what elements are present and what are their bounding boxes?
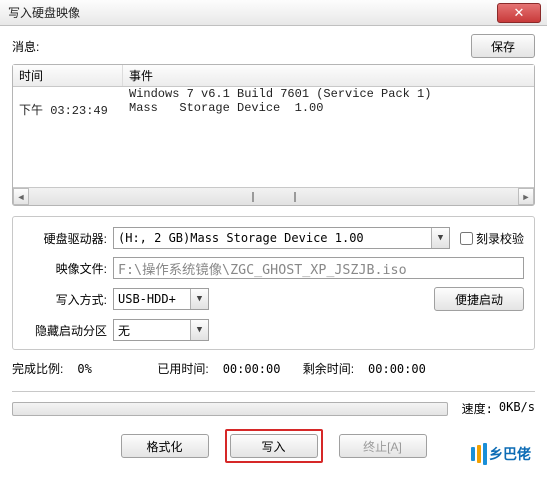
image-file-input[interactable]: [113, 257, 524, 279]
elapsed-value: 00:00:00: [223, 362, 289, 376]
chevron-down-icon: ▼: [190, 320, 208, 340]
options-group: 硬盘驱动器: (H:, 2 GB)Mass Storage Device 1.0…: [12, 216, 535, 350]
verify-checkbox[interactable]: [460, 232, 473, 245]
percent-value: 0%: [77, 362, 143, 376]
close-button[interactable]: ✕: [497, 3, 541, 23]
drive-select[interactable]: (H:, 2 GB)Mass Storage Device 1.00 ▼: [113, 227, 450, 249]
log-row: 下午 03:23:49 Mass Storage Device 1.00: [13, 101, 534, 118]
hidden-boot-value: 无: [118, 322, 130, 339]
remain-label: 剩余时间:: [303, 360, 354, 377]
log-col-time[interactable]: 时间: [13, 65, 123, 86]
info-label: 消息:: [12, 38, 39, 55]
log-body: Windows 7 v6.1 Build 7601 (Service Pack …: [13, 87, 534, 187]
logo-text: 乡巴佬: [489, 444, 531, 464]
log-cell-event: Windows 7 v6.1 Build 7601 (Service Pack …: [123, 87, 534, 101]
elapsed-label: 已用时间:: [157, 360, 208, 377]
window-title: 写入硬盘映像: [8, 4, 80, 21]
progress-bar: [12, 402, 448, 416]
drive-label: 硬盘驱动器:: [23, 230, 113, 247]
log-h-scrollbar[interactable]: ◄ ►: [13, 187, 534, 205]
log-row: Windows 7 v6.1 Build 7601 (Service Pack …: [13, 87, 534, 101]
remain-value: 00:00:00: [368, 362, 434, 376]
drive-value: (H:, 2 GB)Mass Storage Device 1.00: [118, 231, 364, 245]
log-cell-event: Mass Storage Device 1.00: [123, 101, 534, 118]
log-cell-time: 下午 03:23:49: [13, 101, 123, 118]
write-button-highlight: 写入: [225, 429, 323, 463]
chevron-down-icon: ▼: [190, 289, 208, 309]
close-icon: ✕: [514, 5, 525, 21]
scroll-left-icon[interactable]: ◄: [13, 188, 29, 205]
write-mode-select[interactable]: USB-HDD+ ▼: [113, 288, 209, 310]
logo-bar-icon: [477, 445, 481, 463]
save-button[interactable]: 保存: [471, 34, 535, 58]
write-mode-value: USB-HDD+: [118, 292, 176, 306]
write-mode-label: 写入方式:: [23, 291, 113, 308]
logo-bar-icon: [471, 447, 475, 461]
brand-logo: 乡巴佬: [471, 443, 531, 465]
percent-label: 完成比例:: [12, 360, 63, 377]
speed-label: 速度:: [462, 400, 493, 417]
log-header: 时间 事件: [13, 65, 534, 87]
scroll-right-icon[interactable]: ►: [518, 188, 534, 205]
speed-value: 0KB/s: [499, 400, 535, 417]
hidden-boot-label: 隐藏启动分区: [23, 322, 113, 339]
hidden-boot-select[interactable]: 无 ▼: [113, 319, 209, 341]
abort-button[interactable]: 终止[A]: [339, 434, 427, 458]
log-table: 时间 事件 Windows 7 v6.1 Build 7601 (Service…: [12, 64, 535, 206]
verify-label: 刻录校验: [476, 230, 524, 247]
format-button[interactable]: 格式化: [121, 434, 209, 458]
chevron-down-icon: ▼: [431, 228, 449, 248]
log-cell-time: [13, 87, 123, 101]
logo-bar-icon: [483, 443, 487, 465]
log-col-event[interactable]: 事件: [123, 65, 534, 86]
image-label: 映像文件:: [23, 260, 113, 277]
divider: [12, 391, 535, 392]
convenient-boot-button[interactable]: 便捷启动: [434, 287, 524, 311]
write-button[interactable]: 写入: [230, 434, 318, 458]
